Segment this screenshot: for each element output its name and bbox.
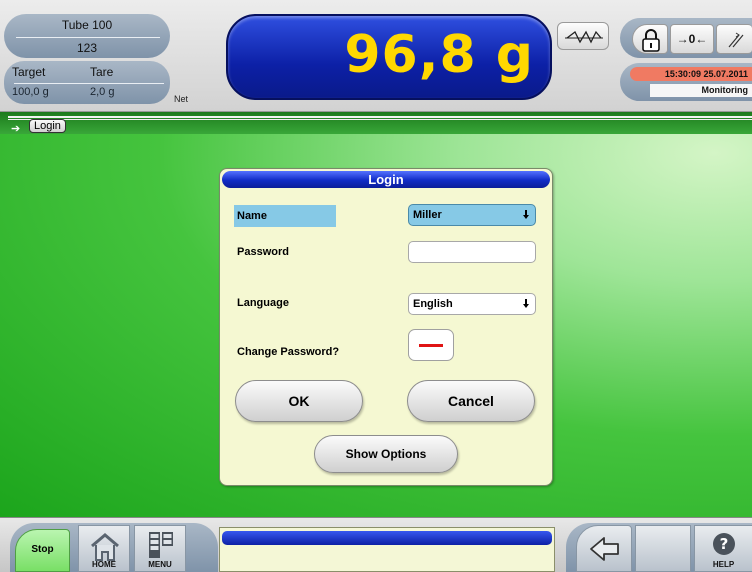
cancel-button[interactable]: Cancel <box>407 380 535 422</box>
name-select[interactable]: Miller <box>408 204 536 226</box>
date-time-display: 15:30:09 25.07.2011 <box>630 67 752 81</box>
net-label: Net <box>174 94 189 104</box>
back-arrow-icon <box>590 537 619 561</box>
breadcrumb-login[interactable]: Login <box>29 119 66 133</box>
dialog-title: Login <box>222 171 550 188</box>
help-label: HELP <box>712 560 735 569</box>
zero-button[interactable]: →0← <box>670 24 714 54</box>
product-code: 123 <box>76 41 98 55</box>
product-info-panel: Tube 100 123 Target Tare 100,0 g 2,0 g <box>4 14 170 104</box>
home-button[interactable]: HOME <box>78 525 130 572</box>
blank-function-key[interactable] <box>635 525 691 572</box>
password-field[interactable] <box>408 241 536 263</box>
tare-value: 2,0 g <box>90 86 115 98</box>
home-label: HOME <box>92 560 116 569</box>
filter-button[interactable] <box>557 22 609 50</box>
breadcrumb: ➔ <box>0 112 752 135</box>
target-tare-pill[interactable]: Target Tare 100,0 g 2,0 g <box>4 61 170 104</box>
product-name: Tube 100 <box>61 18 113 32</box>
header-bar: Tube 100 123 Target Tare 100,0 g 2,0 g N… <box>0 0 752 112</box>
breadcrumb-line <box>8 116 752 120</box>
svg-text:?: ? <box>720 535 729 553</box>
product-pill[interactable]: Tube 100 123 <box>4 14 170 58</box>
tare-label: Tare <box>90 65 114 79</box>
message-bar <box>222 531 552 545</box>
stop-button[interactable]: Stop <box>15 529 70 572</box>
weight-value: 96,8 g <box>344 25 534 85</box>
change-password-label: Change Password? <box>237 346 340 358</box>
language-label: Language <box>237 297 289 309</box>
language-select-value: English <box>413 298 453 310</box>
ok-button[interactable]: OK <box>235 380 363 422</box>
divider <box>16 37 160 38</box>
language-select[interactable]: English <box>408 293 536 315</box>
login-dialog: Login Name Miller Password Language Engl… <box>219 168 553 486</box>
back-button[interactable] <box>576 525 632 572</box>
mode-status: Monitoring <box>650 84 752 97</box>
weight-display: 96,8 g <box>226 14 552 100</box>
name-select-value: Miller <box>413 209 442 221</box>
change-password-toggle[interactable] <box>408 329 454 361</box>
divider <box>14 83 164 84</box>
home-icon <box>91 533 119 561</box>
dropdown-arrow-icon <box>523 299 529 309</box>
help-icon: ? <box>713 533 735 555</box>
filter-wave-icon <box>565 30 603 44</box>
breadcrumb-arrow-icon: ➔ <box>11 123 21 135</box>
name-label: Name <box>234 205 336 227</box>
target-label: Target <box>12 65 46 79</box>
target-value: 100,0 g <box>12 86 49 98</box>
lock-icon <box>642 29 660 52</box>
calibration-button[interactable] <box>716 24 752 54</box>
lock-button[interactable] <box>632 24 668 54</box>
menu-label: MENU <box>148 560 172 569</box>
message-panel <box>219 527 555 572</box>
password-label: Password <box>237 246 289 258</box>
help-button[interactable]: ? HELP <box>694 525 752 572</box>
menu-grid-icon <box>149 532 173 558</box>
dropdown-arrow-icon <box>523 210 529 220</box>
menu-button[interactable]: MENU <box>134 525 186 572</box>
calibration-weight-icon <box>728 32 744 48</box>
show-options-button[interactable]: Show Options <box>314 435 458 473</box>
unchecked-dash-icon <box>419 344 443 347</box>
